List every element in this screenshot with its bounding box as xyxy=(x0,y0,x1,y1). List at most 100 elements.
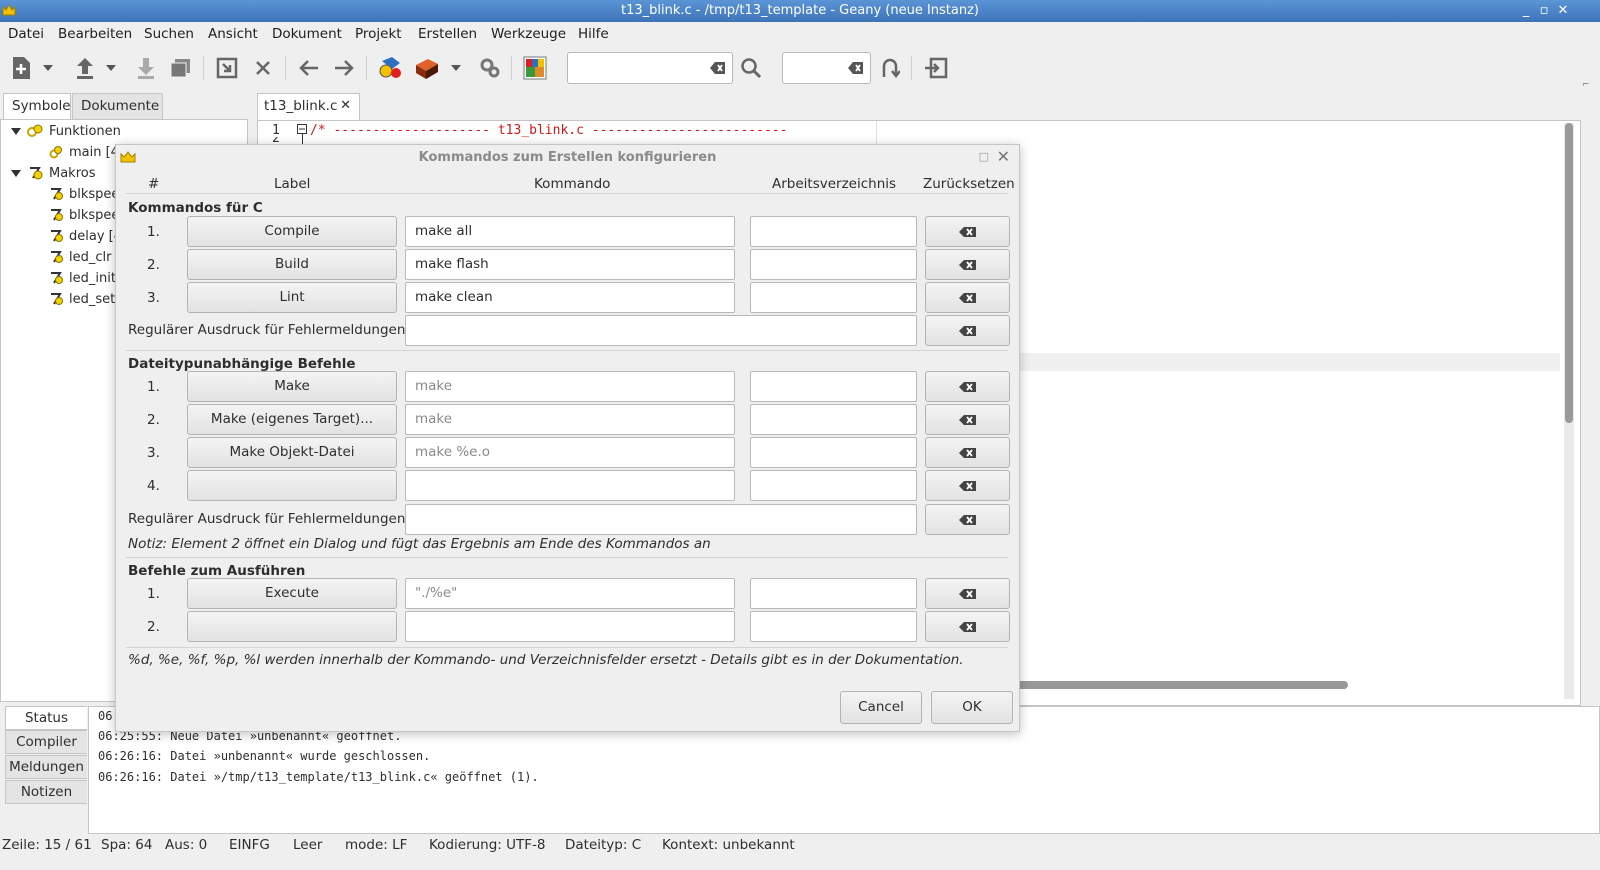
tree-item-led-init[interactable]: led_init xyxy=(49,268,116,288)
reset-button[interactable] xyxy=(925,437,1010,468)
expander-icon[interactable] xyxy=(11,127,21,135)
save-icon[interactable] xyxy=(133,55,159,81)
menu-datei[interactable]: Datei xyxy=(8,26,44,42)
tree-item-blkspeed-2[interactable]: blkspee xyxy=(49,205,119,225)
menu-werkzeuge[interactable]: Werkzeuge xyxy=(491,26,566,42)
reset-button[interactable] xyxy=(925,371,1010,402)
label-button-empty[interactable] xyxy=(187,611,397,642)
label-button-execute[interactable]: Execute xyxy=(187,578,397,609)
preferences-icon[interactable] xyxy=(477,55,503,81)
open-file-icon[interactable] xyxy=(72,55,98,81)
tab-status[interactable]: Status xyxy=(5,706,87,730)
tree-group-funktionen[interactable]: Funktionen xyxy=(11,121,121,141)
label-button-make-object[interactable]: Make Objekt-Datei xyxy=(187,437,397,468)
workdir-entry[interactable] xyxy=(750,470,917,501)
label-button-build[interactable]: Build xyxy=(187,249,397,280)
workdir-entry[interactable] xyxy=(750,404,917,435)
command-entry[interactable] xyxy=(405,611,735,642)
regex-entry-c[interactable] xyxy=(405,315,917,346)
label-button-make[interactable]: Make xyxy=(187,371,397,402)
workdir-entry[interactable] xyxy=(750,216,917,247)
save-all-icon[interactable] xyxy=(167,55,193,81)
reset-button[interactable] xyxy=(925,282,1010,313)
minimize-icon[interactable]: _ xyxy=(1518,3,1534,19)
open-file-dropdown-icon[interactable] xyxy=(103,55,119,81)
back-icon[interactable] xyxy=(296,55,322,81)
editor-tab[interactable]: t13_blink.c ✕ xyxy=(257,93,360,120)
tab-dokumente[interactable]: Dokumente xyxy=(72,93,163,119)
tree-item-main[interactable]: main [4 xyxy=(49,142,119,162)
label-button-make-custom-target[interactable]: Make (eigenes Target)... xyxy=(187,404,397,435)
reset-button[interactable] xyxy=(925,404,1010,435)
tree-item-delay[interactable]: delay [4 xyxy=(49,226,122,246)
menu-projekt[interactable]: Projekt xyxy=(355,26,402,42)
compile-icon[interactable] xyxy=(378,55,404,81)
cancel-button[interactable]: Cancel xyxy=(840,691,922,724)
command-entry[interactable] xyxy=(405,470,735,501)
label-button-compile[interactable]: Compile xyxy=(187,216,397,247)
workdir-entry[interactable] xyxy=(750,611,917,642)
workdir-entry[interactable] xyxy=(750,282,917,313)
label-button-empty[interactable] xyxy=(187,470,397,501)
tree-item-blkspeed-1[interactable]: blkspee xyxy=(49,184,119,204)
command-entry-execute[interactable]: "./%e" xyxy=(405,578,735,609)
tab-notizen[interactable]: Notizen xyxy=(5,780,87,804)
fold-marker-icon[interactable] xyxy=(297,124,307,134)
command-entry-make-custom[interactable]: make xyxy=(405,404,735,435)
reset-button[interactable] xyxy=(925,249,1010,280)
regex-entry-independent[interactable] xyxy=(405,504,917,535)
expander-icon[interactable] xyxy=(11,169,21,177)
maximize-icon[interactable]: ▫ xyxy=(1536,3,1552,19)
menu-erstellen[interactable]: Erstellen xyxy=(418,26,477,42)
command-entry-build[interactable]: make flash xyxy=(405,249,735,280)
revert-icon[interactable] xyxy=(214,55,240,81)
horizontal-scrollbar-thumb[interactable] xyxy=(998,681,1348,689)
menu-bearbeiten[interactable]: Bearbeiten xyxy=(58,26,132,42)
tree-item-led-set[interactable]: led_set xyxy=(49,289,115,309)
new-file-dropdown-icon[interactable] xyxy=(40,55,56,81)
tree-group-makros[interactable]: Makros xyxy=(11,163,96,183)
search-entry[interactable] xyxy=(567,52,733,84)
close-icon[interactable]: ✕ xyxy=(1555,3,1571,19)
workdir-entry[interactable] xyxy=(750,371,917,402)
maximize-icon[interactable]: □ xyxy=(979,150,989,163)
tab-compiler[interactable]: Compiler xyxy=(5,730,87,754)
reset-button[interactable] xyxy=(925,504,1010,535)
menu-suchen[interactable]: Suchen xyxy=(144,26,194,42)
reset-button[interactable] xyxy=(925,470,1010,501)
menu-dokument[interactable]: Dokument xyxy=(272,26,342,42)
workdir-entry[interactable] xyxy=(750,437,917,468)
command-entry-compile[interactable]: make all xyxy=(405,216,735,247)
jump-to-line-icon[interactable] xyxy=(877,55,903,81)
search-icon[interactable] xyxy=(738,55,764,81)
command-entry-make-object[interactable]: make %e.o xyxy=(405,437,735,468)
close-file-icon[interactable] xyxy=(250,55,276,81)
tree-item-led-clr[interactable]: led_clr [ xyxy=(49,247,121,267)
scrollbar-thumb[interactable] xyxy=(1565,123,1573,423)
forward-icon[interactable] xyxy=(331,55,357,81)
label-button-lint[interactable]: Lint xyxy=(187,282,397,313)
color-chooser-icon[interactable] xyxy=(522,55,548,81)
menu-ansicht[interactable]: Ansicht xyxy=(208,26,258,42)
goto-line-entry[interactable] xyxy=(782,52,871,84)
workdir-entry[interactable] xyxy=(750,249,917,280)
clear-goto-icon[interactable] xyxy=(848,61,864,75)
reset-button[interactable] xyxy=(925,578,1010,609)
menu-hilfe[interactable]: Hilfe xyxy=(578,26,609,42)
reset-button[interactable] xyxy=(925,216,1010,247)
build-dropdown-icon[interactable] xyxy=(448,55,464,81)
toolbar-overflow-icon[interactable]: ⌐ xyxy=(1582,80,1590,90)
quit-icon[interactable] xyxy=(923,55,949,81)
close-icon[interactable]: ✕ xyxy=(997,147,1010,166)
close-tab-icon[interactable]: ✕ xyxy=(340,98,351,113)
new-file-icon[interactable] xyxy=(8,55,34,81)
workdir-entry[interactable] xyxy=(750,578,917,609)
command-entry-make[interactable]: make xyxy=(405,371,735,402)
reset-button[interactable] xyxy=(925,315,1010,346)
tab-symbole[interactable]: Symbole xyxy=(3,93,71,119)
reset-button[interactable] xyxy=(925,611,1010,642)
tab-meldungen[interactable]: Meldungen xyxy=(5,755,87,779)
vertical-scrollbar[interactable] xyxy=(1564,123,1574,699)
build-icon[interactable] xyxy=(414,55,440,81)
ok-button[interactable]: OK xyxy=(931,691,1013,724)
